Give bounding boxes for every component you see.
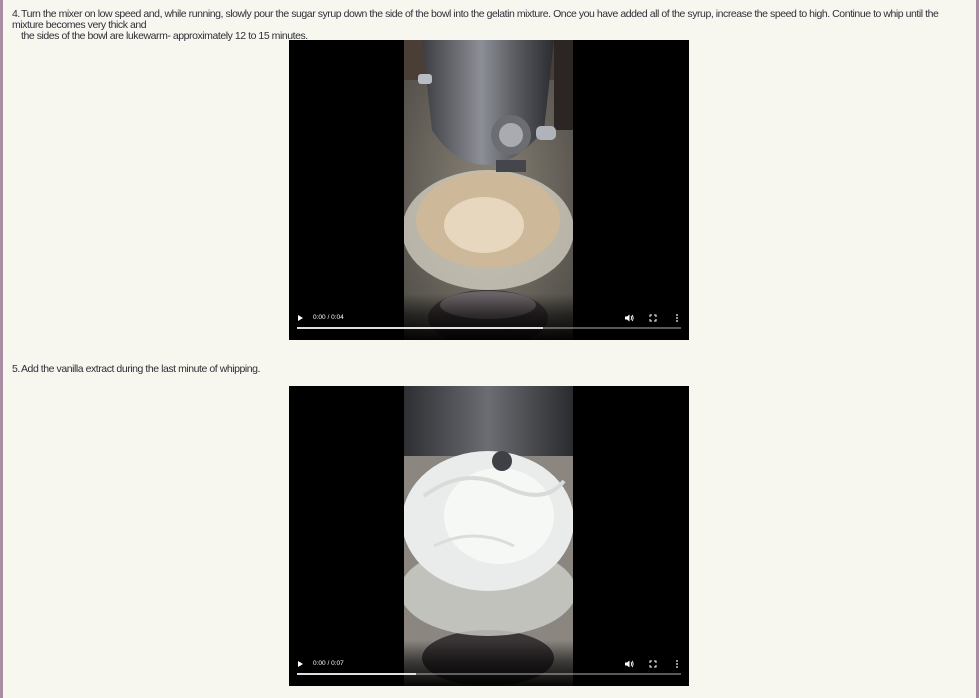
- volume-icon[interactable]: [623, 312, 635, 324]
- step-4-video-player[interactable]: 0:00 / 0:04: [289, 40, 689, 340]
- step-number: 5.: [12, 363, 20, 375]
- video-time: 0:00 / 0:04: [313, 314, 344, 321]
- volume-icon[interactable]: [623, 658, 635, 670]
- video-buffered-bar: [297, 327, 543, 329]
- left-border: [0, 0, 3, 698]
- video-controls: 0:00 / 0:04: [289, 294, 689, 340]
- video-time: 0:00 / 0:07: [313, 660, 344, 667]
- fullscreen-icon[interactable]: [647, 658, 659, 670]
- more-options-icon[interactable]: [671, 658, 683, 670]
- play-icon[interactable]: [298, 661, 303, 667]
- more-options-icon[interactable]: [671, 312, 683, 324]
- video-progress-bar[interactable]: [297, 327, 681, 329]
- step-instruction-line: Add the vanilla extract during the last …: [21, 363, 261, 375]
- video-controls: 0:00 / 0:07: [289, 640, 689, 686]
- video-buffered-bar: [297, 673, 417, 675]
- video-progress-bar[interactable]: [297, 673, 681, 675]
- step-5-text: 5.Add the vanilla extract during the las…: [12, 364, 967, 375]
- fullscreen-icon[interactable]: [647, 312, 659, 324]
- step-instruction-line: Turn the mixer on low speed and, while r…: [12, 8, 939, 31]
- step-4-text: 4.Turn the mixer on low speed and, while…: [12, 9, 967, 42]
- step-5-video-player[interactable]: 0:00 / 0:07: [289, 386, 689, 686]
- play-icon[interactable]: [298, 315, 303, 321]
